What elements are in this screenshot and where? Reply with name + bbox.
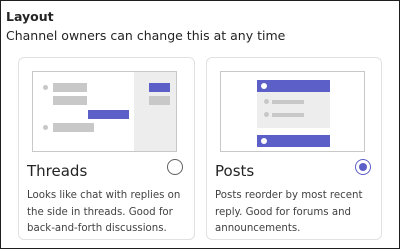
message-placeholder-bar (53, 96, 87, 105)
message-placeholder-bar (53, 123, 94, 132)
post-header-bar (257, 135, 330, 147)
threads-illustration (32, 71, 177, 152)
posts-illustration (220, 71, 365, 152)
posts-option-card[interactable]: Posts Posts reorder by most recent reply… (206, 57, 382, 240)
section-subtitle: Channel owners can change this at any ti… (6, 28, 286, 43)
post-header-dot (261, 138, 267, 144)
posts-radio[interactable] (355, 159, 371, 175)
post-body (257, 92, 330, 128)
post-header-bar (257, 80, 330, 92)
reply-dot (264, 99, 269, 104)
threads-label: Threads (27, 162, 88, 180)
threads-description: Looks like chat with replies on the side… (27, 190, 181, 234)
posts-label: Posts (215, 162, 255, 180)
reply-line (272, 100, 304, 104)
threads-radio[interactable] (167, 159, 183, 175)
layout-settings-panel: Layout Channel owners can change this at… (0, 0, 400, 249)
reply-dot (264, 112, 269, 117)
post-header-dot (261, 83, 267, 89)
threads-option-card[interactable]: Threads Looks like chat with replies on … (18, 57, 195, 240)
thread-reply-bar (149, 83, 170, 92)
message-placeholder-bar (53, 83, 87, 92)
avatar-dot (43, 85, 48, 90)
reply-line (272, 113, 304, 117)
thread-reply-bar (149, 96, 170, 105)
own-message-bar (88, 110, 129, 119)
avatar-dot (43, 125, 48, 130)
posts-description: Posts reorder by most recent reply. Good… (215, 190, 363, 234)
section-title: Layout (6, 9, 54, 24)
